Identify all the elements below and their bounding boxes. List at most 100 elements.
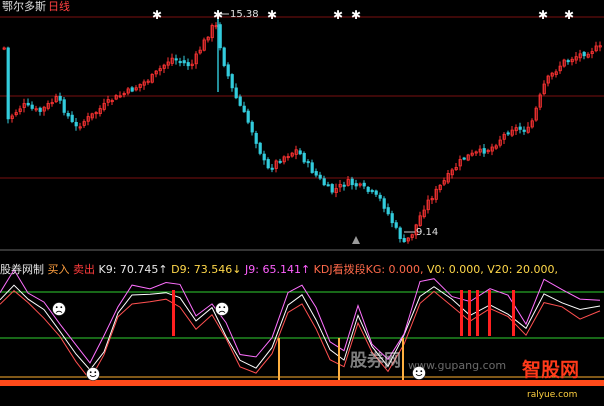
- candle-body: [322, 178, 326, 186]
- candle-body: [302, 152, 306, 163]
- d9-arrow-icon: ↓: [232, 263, 242, 276]
- candle-body: [378, 194, 382, 199]
- candle-body: [270, 167, 274, 170]
- candle-body: [566, 60, 570, 63]
- kdj-value: KDJ看拨段KG: 0.000,: [313, 263, 424, 276]
- candlestick-series: [2, 10, 602, 244]
- triangle-marker-icon: [352, 236, 360, 244]
- candle-body: [362, 182, 366, 187]
- top-star-markers: ✱ ✱ ✱ ✱ ✱ ✱ ✱: [152, 8, 574, 22]
- candle-body: [354, 183, 358, 187]
- candle-body: [278, 160, 282, 163]
- candle-body: [582, 51, 586, 57]
- candle-body: [66, 113, 70, 117]
- star-marker-icon: ✱: [333, 8, 343, 22]
- indicator-panel: [0, 268, 604, 386]
- period-label: 日线: [48, 0, 70, 13]
- candle-body: [506, 132, 510, 135]
- candle-body: [374, 190, 378, 195]
- watermark-logo-url: ralyue.com: [527, 390, 578, 400]
- v0-value: V0: 0.000,: [427, 263, 484, 276]
- candle-body: [386, 207, 390, 215]
- star-marker-icon: ✱: [538, 8, 548, 22]
- candle-body: [250, 121, 254, 133]
- sell-signal-bar: [468, 290, 471, 336]
- sell-signal-bar: [488, 290, 491, 336]
- d-line: [0, 290, 601, 381]
- chart-title: 鄂尔多斯 日线: [2, 1, 70, 13]
- candle-body: [222, 47, 226, 66]
- candle-body: [174, 58, 178, 61]
- sad-face-icon: [52, 302, 66, 316]
- candle-body: [258, 142, 262, 154]
- zero-band: [0, 380, 604, 386]
- candle-body: [182, 60, 186, 64]
- candle-body: [314, 171, 318, 176]
- candle-body: [70, 114, 74, 122]
- indicator-readout: 股券网制 买入 卖出 K9: 70.745↑ D9: 73.546↓ J9: 6…: [0, 264, 558, 276]
- low-price-label: 9.14: [416, 227, 439, 238]
- indicator-name: 股券网制: [0, 263, 44, 276]
- buy-signal-bar: [278, 338, 280, 380]
- candle-body: [402, 238, 406, 243]
- j9-arrow-icon: ↑: [300, 263, 311, 276]
- candle-body: [482, 148, 486, 154]
- stock-name: 鄂尔多斯: [2, 0, 46, 13]
- candle-body: [218, 24, 222, 49]
- candle-body: [318, 174, 322, 179]
- candle-body: [30, 104, 34, 109]
- candle-body: [518, 126, 522, 130]
- candle-body: [394, 222, 398, 228]
- candle-body: [58, 95, 62, 101]
- candle-body: [522, 129, 526, 132]
- candle-body: [234, 87, 238, 99]
- candle-body: [186, 62, 190, 67]
- high-price-label: 15.38: [230, 9, 259, 20]
- watermark-site-name: 股券网: [350, 351, 401, 371]
- candle-body: [398, 227, 402, 239]
- sell-signal-bar: [476, 290, 479, 336]
- candle-body: [382, 198, 386, 209]
- candle-body: [262, 153, 266, 161]
- stock-chart[interactable]: ✱ ✱ ✱ ✱ ✱ ✱ ✱: [0, 0, 604, 406]
- candle-body: [26, 102, 30, 106]
- candle-body: [462, 157, 466, 160]
- candle-body: [254, 132, 258, 144]
- candle-body: [266, 159, 270, 169]
- sad-face-icon: [215, 302, 229, 316]
- watermark-logo: 智股网: [522, 359, 580, 381]
- candle-body: [326, 184, 330, 187]
- j9-value: J9: 65.141: [245, 263, 301, 276]
- sell-signal-bar: [172, 290, 175, 336]
- candle-body: [350, 178, 354, 186]
- buy-signal-bar: [402, 338, 404, 380]
- candle-body: [310, 162, 314, 173]
- candle-body: [342, 184, 346, 187]
- candle-body: [178, 61, 182, 64]
- star-marker-icon: ✱: [267, 8, 277, 22]
- candle-body: [246, 110, 250, 123]
- sell-signal-bar: [512, 290, 515, 336]
- candle-body: [242, 105, 246, 113]
- candle-body: [230, 74, 234, 89]
- k9-arrow-icon: ↑: [158, 263, 168, 276]
- happy-face-icon: [86, 367, 100, 381]
- candle-body: [62, 99, 66, 113]
- candle-body: [38, 107, 42, 112]
- candle-body: [306, 161, 310, 164]
- buy-signal-bar: [338, 338, 340, 380]
- candle-body: [366, 186, 370, 192]
- candle-body: [298, 150, 302, 155]
- star-marker-icon: ✱: [351, 8, 361, 22]
- k9-value: K9: 70.745: [98, 263, 159, 276]
- candle-body: [370, 190, 374, 193]
- candle-body: [390, 213, 394, 224]
- watermark-url: www.gupang.com: [408, 359, 507, 372]
- candle-body: [330, 184, 334, 193]
- sell-signal-bar: [460, 290, 463, 336]
- star-marker-icon: ✱: [564, 8, 574, 22]
- candle-body: [74, 121, 78, 127]
- candle-body: [226, 64, 230, 77]
- sell-label: 卖出: [73, 263, 95, 276]
- star-marker-icon: ✱: [152, 8, 162, 22]
